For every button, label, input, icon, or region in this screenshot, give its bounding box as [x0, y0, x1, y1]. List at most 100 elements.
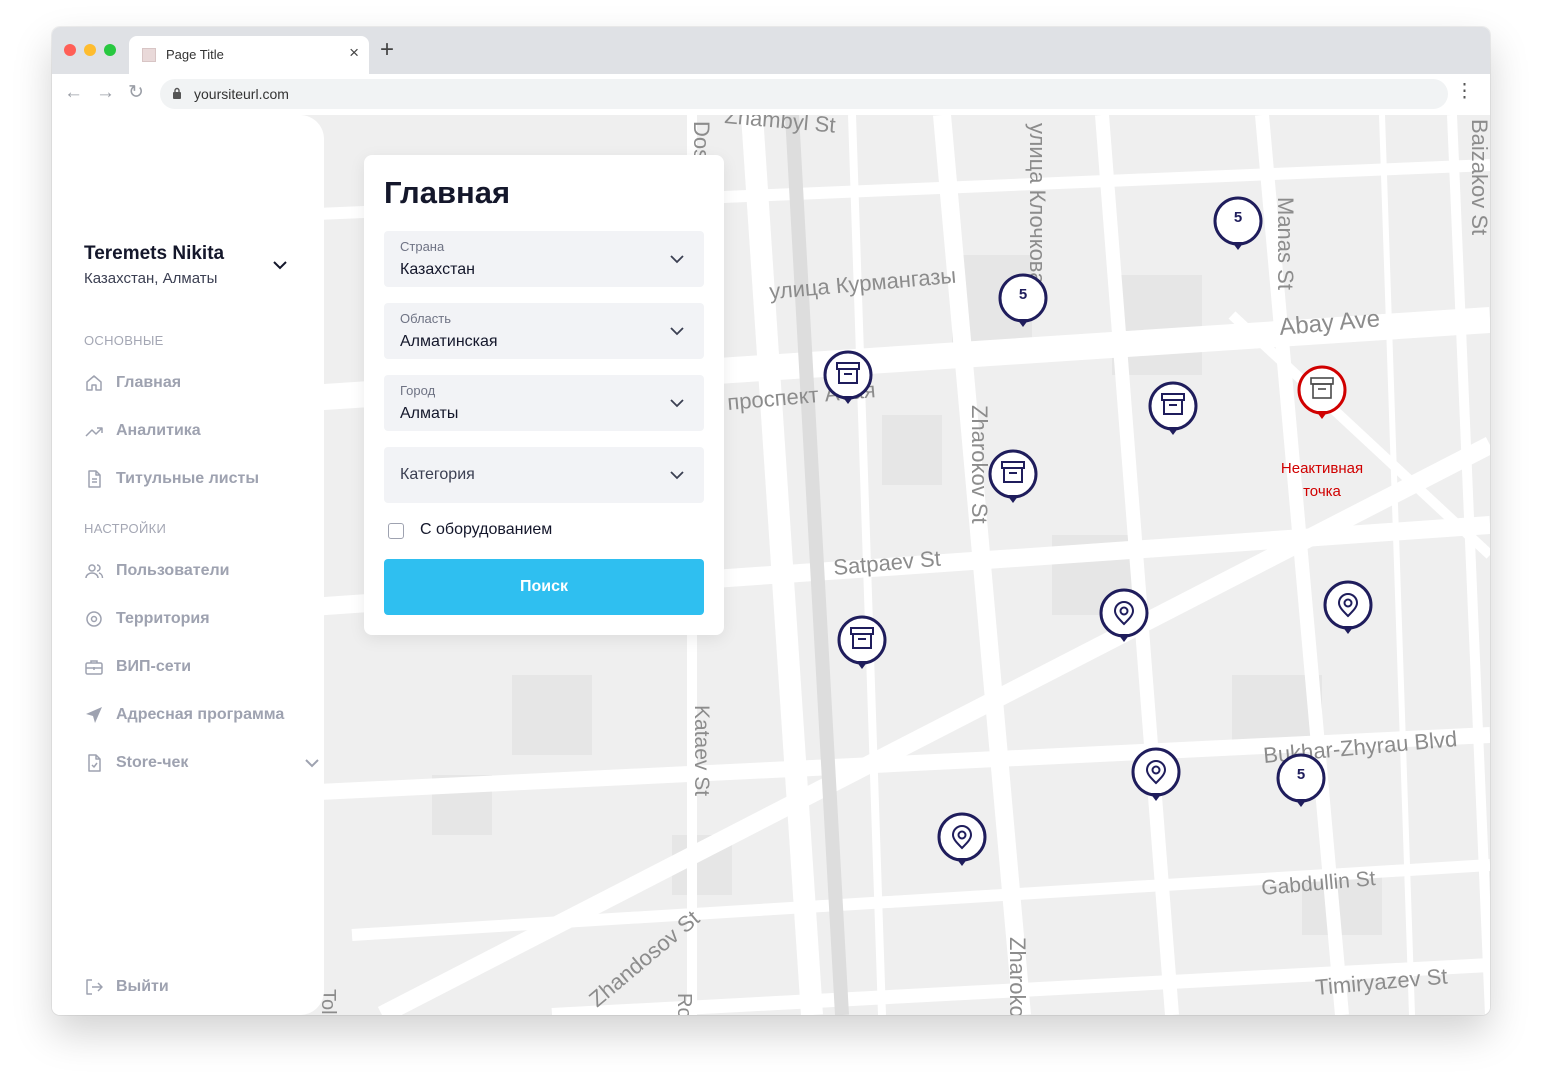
street-label: Kataev St	[690, 705, 713, 796]
logout-button[interactable]: Выйти	[84, 975, 169, 999]
search-button[interactable]: Поиск	[384, 559, 704, 615]
navigation-icon	[86, 707, 102, 723]
forward-arrow-icon[interactable]: →	[96, 83, 115, 103]
select-value: Казахстан	[400, 261, 475, 278]
store-marker[interactable]	[987, 448, 1039, 508]
street-label: Rozybakiev St	[673, 993, 695, 1015]
location-pin-icon	[1131, 747, 1181, 801]
filter-panel: Главная Страна Казахстан Область Алматин…	[364, 155, 724, 635]
close-window-button[interactable]	[64, 44, 76, 56]
app-content: Zhambyl St Dostyk Ave улица Клочкова Bai…	[52, 115, 1490, 1015]
tab-title: Page Title	[166, 47, 224, 62]
new-tab-button[interactable]: +	[380, 38, 394, 62]
sidebar-item-label: Аналитика	[116, 422, 201, 439]
chevron-down-icon	[670, 327, 684, 336]
url-text: yoursiteurl.com	[194, 86, 289, 102]
sidebar-item-label: Адресная программа	[116, 706, 285, 723]
region-select[interactable]: Область Алматинская	[384, 303, 704, 359]
box-icon	[988, 449, 1038, 503]
box-icon	[1297, 365, 1347, 419]
chevron-down-icon	[670, 255, 684, 264]
select-value: Алматы	[400, 405, 459, 422]
location-marker[interactable]	[1322, 579, 1374, 639]
chevron-down-icon	[670, 399, 684, 408]
document-icon	[88, 470, 101, 488]
chevron-down-icon[interactable]	[270, 255, 290, 275]
minimize-window-button[interactable]	[84, 44, 96, 56]
box-icon	[823, 350, 873, 404]
user-name: Teremets Nikita	[84, 243, 225, 264]
section-heading: НАСТРОЙКИ	[84, 521, 167, 536]
street-label: улица Клочкова	[1025, 123, 1050, 285]
browser-window: Page Title × + ← → ↻ yoursiteurl.com ⋮ Z…	[52, 27, 1490, 1015]
country-select[interactable]: Страна Казахстан	[384, 231, 704, 287]
cluster-marker[interactable]: 5	[1275, 752, 1327, 812]
location-pin-icon	[937, 812, 987, 866]
sidebar-item-label: ВИП-сети	[116, 658, 192, 675]
cluster-count: 5	[1233, 209, 1243, 226]
sidebar-item-users[interactable]: Пользователи	[84, 559, 229, 583]
logout-label: Выйти	[116, 978, 169, 995]
location-marker[interactable]	[936, 811, 988, 871]
location-pin-icon	[1323, 580, 1373, 634]
box-icon	[1148, 381, 1198, 435]
reload-icon[interactable]: ↻	[128, 83, 144, 103]
cluster-count: 5	[1296, 766, 1306, 783]
store-marker[interactable]	[822, 349, 874, 409]
location-marker[interactable]	[1098, 587, 1150, 647]
location-pin-icon	[1099, 588, 1149, 642]
inactive-point-label: Неактивная точка	[1280, 460, 1364, 500]
sidebar: Teremets Nikita Казахстан, Алматы ОСНОВН…	[52, 115, 324, 1015]
maximize-window-button[interactable]	[104, 44, 116, 56]
page-title: Главная	[384, 175, 511, 210]
street-label: Zharokov St	[1005, 937, 1030, 1015]
logout-icon	[86, 979, 103, 995]
user-location: Казахстан, Алматы	[84, 270, 218, 287]
browser-titlebar: Page Title × +	[52, 27, 1490, 74]
sidebar-item-label: Главная	[116, 374, 182, 391]
equipment-checkbox-label[interactable]: С оборудованием	[420, 521, 552, 539]
sidebar-item-home[interactable]: Главная	[84, 371, 181, 395]
users-icon	[85, 564, 104, 579]
section-heading: ОСНОВНЫЕ	[84, 333, 164, 348]
browser-menu-icon[interactable]: ⋮	[1455, 82, 1474, 102]
select-label: Страна	[400, 239, 445, 254]
sidebar-item-title-pages[interactable]: Титульные листы	[84, 467, 259, 491]
select-value: Алматинская	[400, 333, 498, 350]
sidebar-item-label: Store-чек	[116, 754, 189, 771]
sidebar-item-vip-networks[interactable]: ВИП-сети	[84, 655, 191, 679]
checklist-icon	[88, 754, 101, 772]
url-field[interactable]: yoursiteurl.com	[160, 79, 1448, 109]
street-label: Manas St	[1273, 197, 1298, 290]
sidebar-item-address-program[interactable]: Адресная программа	[84, 703, 284, 727]
cluster-marker[interactable]: 5	[1212, 195, 1264, 255]
lock-icon	[173, 87, 181, 99]
street-label: Baizakov St	[1467, 119, 1490, 235]
address-bar: ← → ↻ yoursiteurl.com ⋮	[52, 74, 1490, 116]
box-icon	[837, 615, 887, 669]
select-placeholder: Категория	[400, 466, 475, 483]
trend-icon	[85, 427, 103, 437]
store-marker[interactable]	[836, 614, 888, 674]
briefcase-icon	[85, 660, 103, 675]
sidebar-item-territory[interactable]: Территория	[84, 607, 210, 631]
inactive-store-marker[interactable]	[1296, 364, 1348, 424]
city-select[interactable]: Город Алматы	[384, 375, 704, 431]
browser-tab[interactable]: Page Title ×	[129, 36, 369, 74]
location-marker[interactable]	[1130, 746, 1182, 806]
chevron-down-icon[interactable]	[302, 753, 322, 773]
sidebar-item-store-check[interactable]: Store-чек	[84, 751, 319, 775]
location-icon	[86, 611, 102, 627]
store-marker[interactable]	[1147, 380, 1199, 440]
back-arrow-icon[interactable]: ←	[64, 83, 83, 103]
category-select[interactable]: Категория	[384, 447, 704, 503]
cluster-marker[interactable]: 5	[997, 272, 1049, 332]
sidebar-item-label: Территория	[116, 610, 210, 627]
cluster-count: 5	[1018, 286, 1028, 303]
sidebar-item-label: Пользователи	[116, 562, 230, 579]
tab-close-icon[interactable]: ×	[349, 43, 359, 63]
sidebar-item-analytics[interactable]: Аналитика	[84, 419, 201, 443]
favicon-icon	[142, 48, 156, 62]
equipment-checkbox[interactable]	[388, 523, 404, 539]
select-label: Город	[400, 383, 436, 398]
